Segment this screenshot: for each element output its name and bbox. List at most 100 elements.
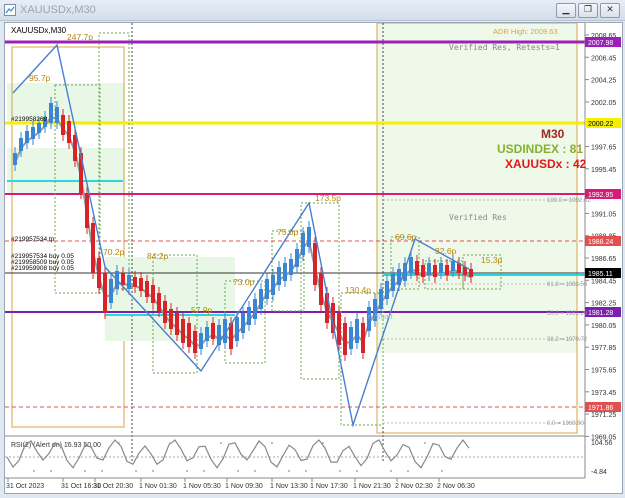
rsi-dot — [390, 470, 392, 472]
swing-box — [271, 230, 305, 312]
candle-body — [157, 293, 161, 311]
chart-area[interactable]: RSI(2) (Alert on) 16.93 50.00 104.56 -4.84… — [4, 22, 623, 494]
candle-body — [175, 313, 179, 335]
candle-body — [127, 275, 131, 289]
candle-body — [163, 301, 167, 323]
candle-body — [259, 289, 263, 309]
candle-body — [427, 263, 431, 275]
candle-body — [265, 279, 269, 299]
candle-body — [49, 103, 53, 123]
candle-body — [181, 319, 185, 343]
candle-body — [391, 273, 395, 291]
candle-body — [283, 263, 287, 281]
zigzag-label: 130.4p — [345, 285, 371, 295]
rsi-dot — [407, 470, 409, 472]
order-label: #219958269 — [11, 116, 48, 123]
rsi-dot — [135, 470, 137, 472]
zigzag-label: 75.6p — [277, 227, 299, 237]
rsi-dot — [271, 442, 273, 444]
zigzag-label: 32.6p — [435, 246, 457, 256]
fib-label: 100.0 = 1992.02 — [547, 198, 591, 204]
candle-body — [355, 319, 359, 343]
rsi-dot — [322, 442, 324, 444]
fib-label: 50.0 = 1981.28 — [547, 311, 588, 317]
fib-label: 38.2 = 1979.72 — [547, 337, 588, 343]
rsi-dot — [118, 442, 120, 444]
rsi-dot — [339, 470, 341, 472]
candle-body — [379, 289, 383, 309]
candle-body — [55, 107, 59, 123]
candle-body — [349, 327, 353, 349]
price-boxes: 2007.98 2000.22 1992.95 1988.24 1985.11 1981.… — [585, 37, 621, 412]
zigzag-label: 70.2p — [103, 247, 125, 257]
rsi-dot — [237, 470, 239, 472]
price-box-label: 1981.28 — [588, 310, 613, 317]
time-tick-label: 1 Nov 21:30 — [353, 483, 391, 490]
candle-body — [385, 281, 389, 299]
candle-body — [295, 249, 299, 267]
green-zone — [377, 23, 577, 353]
verified-res-retests-label: Verified Res, Retests=1 — [449, 43, 560, 52]
rsi-dot — [169, 442, 171, 444]
rsi-dot — [220, 442, 222, 444]
time-tick-label: 31 Oct 20:30 — [93, 483, 133, 490]
price-tick-label: 1982.25 — [591, 301, 616, 308]
price-chart[interactable]: RSI(2) (Alert on) 16.93 50.00 104.56-4.84… — [5, 22, 622, 493]
candle-body — [253, 299, 257, 319]
candle-body — [199, 333, 203, 349]
candle-body — [133, 277, 137, 287]
price-box-label: 1985.11 — [588, 271, 613, 278]
rsi-dot — [186, 470, 188, 472]
title-bar: XAUUSDx,M30 ▁ ❐ ✕ — [0, 0, 625, 21]
price-tick-label: 1971.25 — [591, 412, 616, 419]
candle-body — [319, 273, 323, 305]
zigzag-label: 15.3p — [481, 255, 503, 265]
candle-body — [451, 261, 455, 271]
restore-button[interactable]: ❐ — [578, 3, 598, 18]
candle-body — [337, 313, 341, 345]
price-box-label: 2000.22 — [588, 121, 613, 128]
candle-body — [91, 223, 95, 273]
fib-label: 0.0 = 1969.90 — [547, 421, 585, 427]
candle-body — [145, 281, 149, 297]
candle-body — [409, 257, 413, 273]
symbol-label: XAUUSDx,M30 — [11, 26, 67, 35]
zigzag-label: 173.5p — [315, 193, 341, 203]
zigzag-label: 247.7p — [67, 32, 93, 42]
time-tick-label: 1 Nov 09:30 — [225, 483, 263, 490]
price-tick-label: 1977.85 — [591, 345, 616, 352]
rsi-dot — [84, 470, 86, 472]
candle-body — [193, 331, 197, 353]
candle-body — [307, 227, 311, 247]
candle-body — [241, 313, 245, 333]
time-tick-label: 2 Nov 02:30 — [395, 483, 433, 490]
chart-app-icon — [4, 4, 16, 16]
candle-body — [151, 285, 155, 303]
rsi-dot — [16, 442, 18, 444]
candle-body — [139, 278, 143, 291]
time-tick-label: 1 Nov 13:30 — [270, 483, 308, 490]
candle-body — [433, 265, 437, 277]
candle-body — [187, 323, 191, 347]
rsi-dot — [305, 470, 307, 472]
price-tick-label: 1973.45 — [591, 390, 616, 397]
rsi-dot — [203, 470, 205, 472]
rsi-dot — [50, 470, 52, 472]
minimize-button[interactable]: ▁ — [556, 3, 576, 18]
candle-body — [343, 323, 347, 355]
candle-body — [37, 123, 41, 133]
close-button[interactable]: ✕ — [600, 3, 620, 18]
rsi-dot — [356, 470, 358, 472]
candle-body — [25, 131, 29, 143]
rsi-dot — [373, 442, 375, 444]
price-tick-label: 1984.45 — [591, 278, 616, 285]
adr-high-label: ADR High: 2009.63 — [493, 27, 558, 36]
verified-res-label: Verified Res — [449, 213, 507, 222]
candle-body — [247, 307, 251, 325]
candle-body — [85, 193, 89, 228]
candle-body — [13, 153, 17, 165]
window-title: XAUUSDx,M30 — [20, 4, 96, 16]
rsi-dot — [288, 470, 290, 472]
rsi-indicator: RSI(2) (Alert on) 16.93 50.00 104.56-4.84 — [5, 438, 613, 476]
candle-body — [277, 267, 281, 285]
